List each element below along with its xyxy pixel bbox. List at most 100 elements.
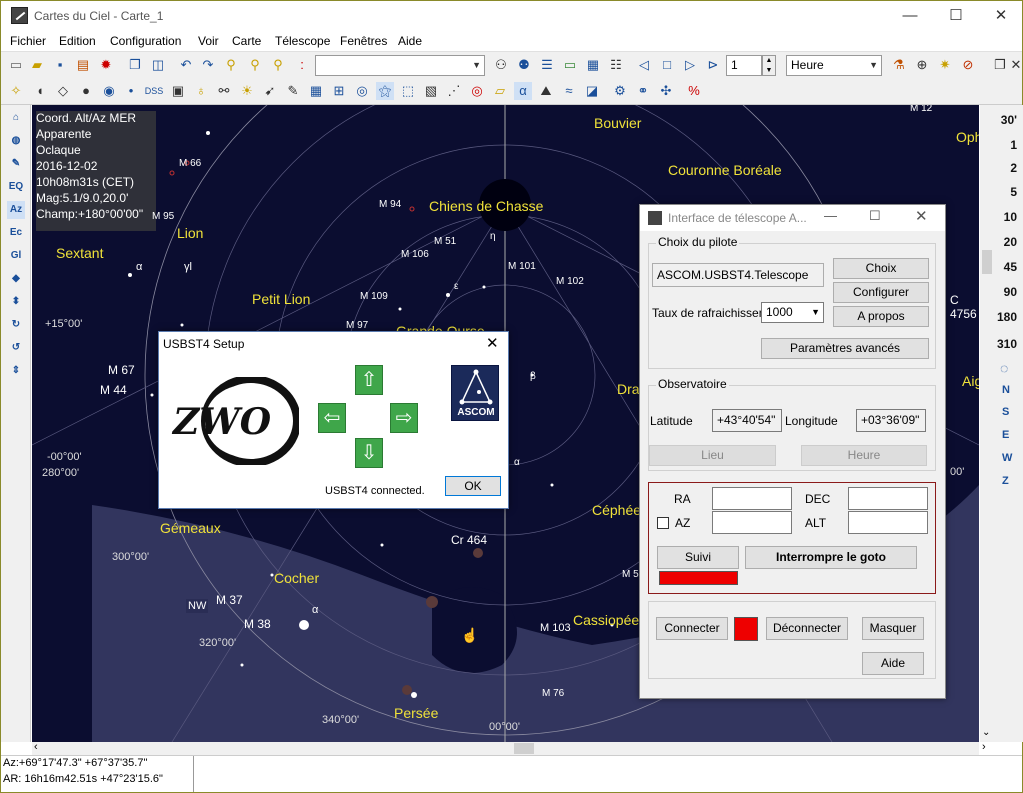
redo-icon[interactable]: ↷ (199, 56, 217, 74)
asteroid-icon[interactable]: • (122, 82, 140, 100)
globe-icon[interactable]: ◍ (7, 132, 25, 150)
milky-way-icon[interactable]: ▧ (422, 82, 440, 100)
connect-button[interactable]: Connecter (656, 617, 728, 640)
hscroll-thumb[interactable] (514, 743, 534, 754)
lamp-icon[interactable]: ♁ (192, 82, 210, 100)
time-button[interactable]: Heure (801, 445, 927, 466)
fov-button[interactable]: 2 (1010, 161, 1017, 175)
vertical-scrollbar[interactable] (982, 250, 992, 274)
undo-icon[interactable]: ↶ (177, 56, 195, 74)
grid-icon[interactable]: ▦ (307, 82, 325, 100)
fov-button[interactable]: 30' (1001, 113, 1017, 127)
location-button[interactable]: Lieu (649, 445, 776, 466)
track-button[interactable]: Suivi (657, 546, 739, 569)
scroll-right-icon[interactable]: › (982, 741, 986, 753)
night-vision-icon[interactable]: ◪ (583, 82, 601, 100)
planet-icon[interactable]: ◉ (100, 82, 118, 100)
crosshair-icon[interactable]: ⊕ (913, 56, 931, 74)
magnitude-icon[interactable]: ☀ (238, 82, 256, 100)
az-mode-icon[interactable]: Az (7, 201, 25, 219)
nebula-icon[interactable]: ◖ (31, 82, 49, 100)
search-combo[interactable]: ▼ (315, 55, 485, 76)
menu-edition[interactable]: Edition (59, 34, 96, 48)
close-icon[interactable]: ✕ (915, 207, 928, 225)
menu-voir[interactable]: Voir (198, 34, 219, 48)
direction-button[interactable]: Z (1002, 475, 1009, 487)
fov-button[interactable]: 180 (997, 310, 1017, 324)
constellation-lines-icon[interactable]: ⚝ (376, 82, 394, 100)
eq-grid-icon[interactable]: ⊞ (330, 82, 348, 100)
menu-fenetres[interactable]: Fenêtres (340, 34, 387, 48)
link-icon[interactable]: ⚯ (215, 82, 233, 100)
choose-button[interactable]: Choix (833, 258, 929, 279)
save-icon[interactable]: ▪ (51, 56, 69, 74)
previous-icon[interactable]: ◁ (635, 56, 653, 74)
ec-mode-icon[interactable]: Ec (7, 224, 25, 242)
close-button[interactable]: ✕ (978, 2, 1023, 30)
sync-link-icon[interactable]: ⚭ (634, 82, 652, 100)
boundaries-icon[interactable]: ⬚ (399, 82, 417, 100)
fog-icon[interactable]: ≈ (560, 82, 578, 100)
menu-telescope[interactable]: Télescope (275, 34, 330, 48)
stop-icon[interactable]: □ (658, 56, 676, 74)
colon-icon[interactable]: : (293, 56, 311, 74)
date-icon[interactable]: ▦ (584, 56, 602, 74)
az-field[interactable] (712, 511, 792, 534)
step-input[interactable]: 1 (726, 55, 762, 76)
sync-icon[interactable]: ✷ (936, 56, 954, 74)
telescope-icon[interactable]: ⚗ (890, 56, 908, 74)
advanced-settings-button[interactable]: Paramètres avancés (761, 338, 929, 359)
photo-icon[interactable]: ▣ (169, 82, 187, 100)
chart-settings-icon[interactable]: ⚙ (611, 82, 629, 100)
ruler-icon[interactable]: ▱ (491, 82, 509, 100)
time-unit-select[interactable]: Heure ▼ (786, 55, 882, 76)
hide-button[interactable]: Masquer (862, 617, 924, 640)
direction-button[interactable]: W (1002, 452, 1012, 464)
pointer-icon[interactable]: ➹ (261, 82, 279, 100)
about-button[interactable]: A propos (833, 306, 929, 327)
vertical-arrows-icon[interactable]: ⇕ (7, 362, 25, 380)
ok-button[interactable]: OK (445, 476, 501, 496)
maximize-icon[interactable]: ☐ (869, 208, 881, 224)
menu-fichier[interactable]: Fichier (10, 34, 46, 48)
flip-vertical-icon[interactable]: ⬍ (7, 293, 25, 311)
home-icon[interactable]: ⌂ (7, 109, 25, 127)
ecliptic-icon[interactable]: ⋰ (445, 82, 463, 100)
fov-button[interactable]: 5 (1010, 185, 1017, 199)
direction-button[interactable]: N (1002, 384, 1010, 396)
latitude-field[interactable]: +43°40'54" (712, 409, 782, 432)
direction-button[interactable]: S (1002, 406, 1009, 418)
direction-button[interactable]: E (1002, 429, 1009, 441)
refresh-select[interactable]: 1000 ▼ (761, 302, 824, 323)
fov-button[interactable]: 1 (1010, 138, 1017, 152)
fov-button[interactable]: 310 (997, 337, 1017, 351)
time-table-icon[interactable]: ☷ (607, 56, 625, 74)
dss-icon[interactable]: DSS (142, 82, 166, 100)
az-checkbox[interactable] (657, 517, 669, 529)
settings-icon[interactable]: ✹ (97, 56, 115, 74)
zoom-out-icon[interactable]: ⚲ (246, 56, 264, 74)
move-east-button[interactable]: ⇨ (390, 403, 418, 433)
scroll-left-icon[interactable]: ‹ (34, 741, 38, 753)
abort-icon[interactable]: ⊘ (959, 56, 977, 74)
network-icon[interactable]: ✣ (657, 82, 675, 100)
open-folder-icon[interactable]: ▰ (28, 56, 46, 74)
horizon-icon[interactable]: ⛰ (537, 82, 555, 100)
rotate-left-icon[interactable]: ↺ (7, 339, 25, 357)
next-icon[interactable]: ▷ (681, 56, 699, 74)
disconnect-button[interactable]: Déconnecter (766, 617, 848, 640)
alt-field[interactable] (848, 511, 928, 534)
find-object-icon[interactable]: ⚉ (515, 56, 533, 74)
galaxy-icon[interactable]: ◇ (54, 82, 72, 100)
stars-icon[interactable]: ✧ (7, 82, 25, 100)
horizontal-scrollbar[interactable]: ‹ › (32, 741, 986, 755)
copy-window-icon[interactable]: ❐ (126, 56, 144, 74)
notes-icon[interactable]: ✎ (7, 155, 25, 173)
dark-nebula-icon[interactable]: ● (77, 82, 95, 100)
zoom-fit-icon[interactable]: ⚲ (269, 56, 287, 74)
close-chart-icon[interactable]: ✕ (1007, 56, 1023, 74)
longitude-field[interactable]: +03°36'09" (856, 409, 926, 432)
dec-field[interactable] (848, 487, 928, 510)
menu-aide[interactable]: Aide (398, 34, 422, 48)
minimize-button[interactable]: — (887, 2, 933, 30)
